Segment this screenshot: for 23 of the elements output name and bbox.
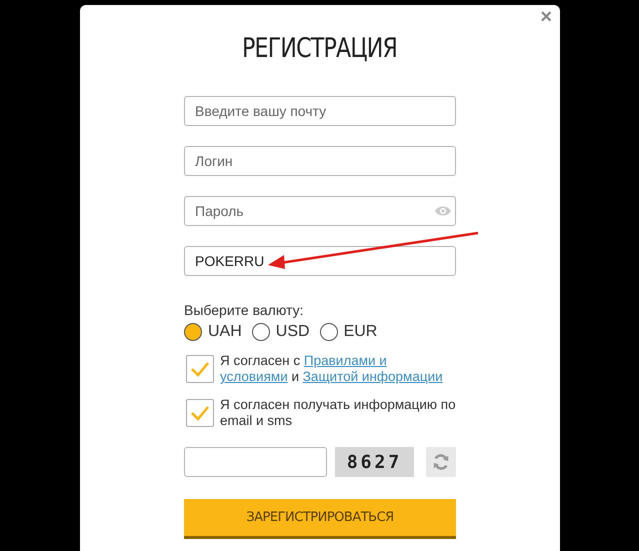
captcha-field[interactable] (184, 447, 327, 477)
currency-radio[interactable]: USD (252, 323, 310, 341)
currency-radio[interactable]: UAH (184, 323, 242, 341)
register-button[interactable]: ЗАРЕГИСТРИРОВАТЬСЯ (184, 499, 456, 539)
privacy-link[interactable]: Защитой информации (302, 369, 443, 384)
input-field[interactable]: POKERRU (184, 246, 456, 276)
checkmark-icon (190, 405, 210, 421)
currency-label: Выберите валюту: (184, 302, 304, 318)
input-field[interactable]: Введите вашу почту (184, 96, 456, 126)
dialog-title: РЕГИСТРАЦИЯ (242, 32, 398, 66)
close-button[interactable]: × (538, 7, 554, 27)
checkbox[interactable] (186, 399, 214, 427)
captcha-image: 8627 (335, 447, 414, 477)
checkbox[interactable] (186, 355, 214, 383)
password-field[interactable]: Пароль (184, 196, 456, 226)
checkmark-icon (190, 361, 210, 377)
agreement-text: Я согласен с Правилами и условиями и Защитой информации (220, 353, 444, 385)
eye-icon[interactable] (435, 205, 451, 217)
refresh-button[interactable] (426, 447, 456, 477)
currency-radio[interactable]: EUR (320, 323, 378, 341)
refresh-icon (432, 452, 450, 472)
input-field[interactable]: Логин (184, 146, 456, 176)
agreement-text: Я согласен получать информацию по email и sms (220, 397, 456, 429)
